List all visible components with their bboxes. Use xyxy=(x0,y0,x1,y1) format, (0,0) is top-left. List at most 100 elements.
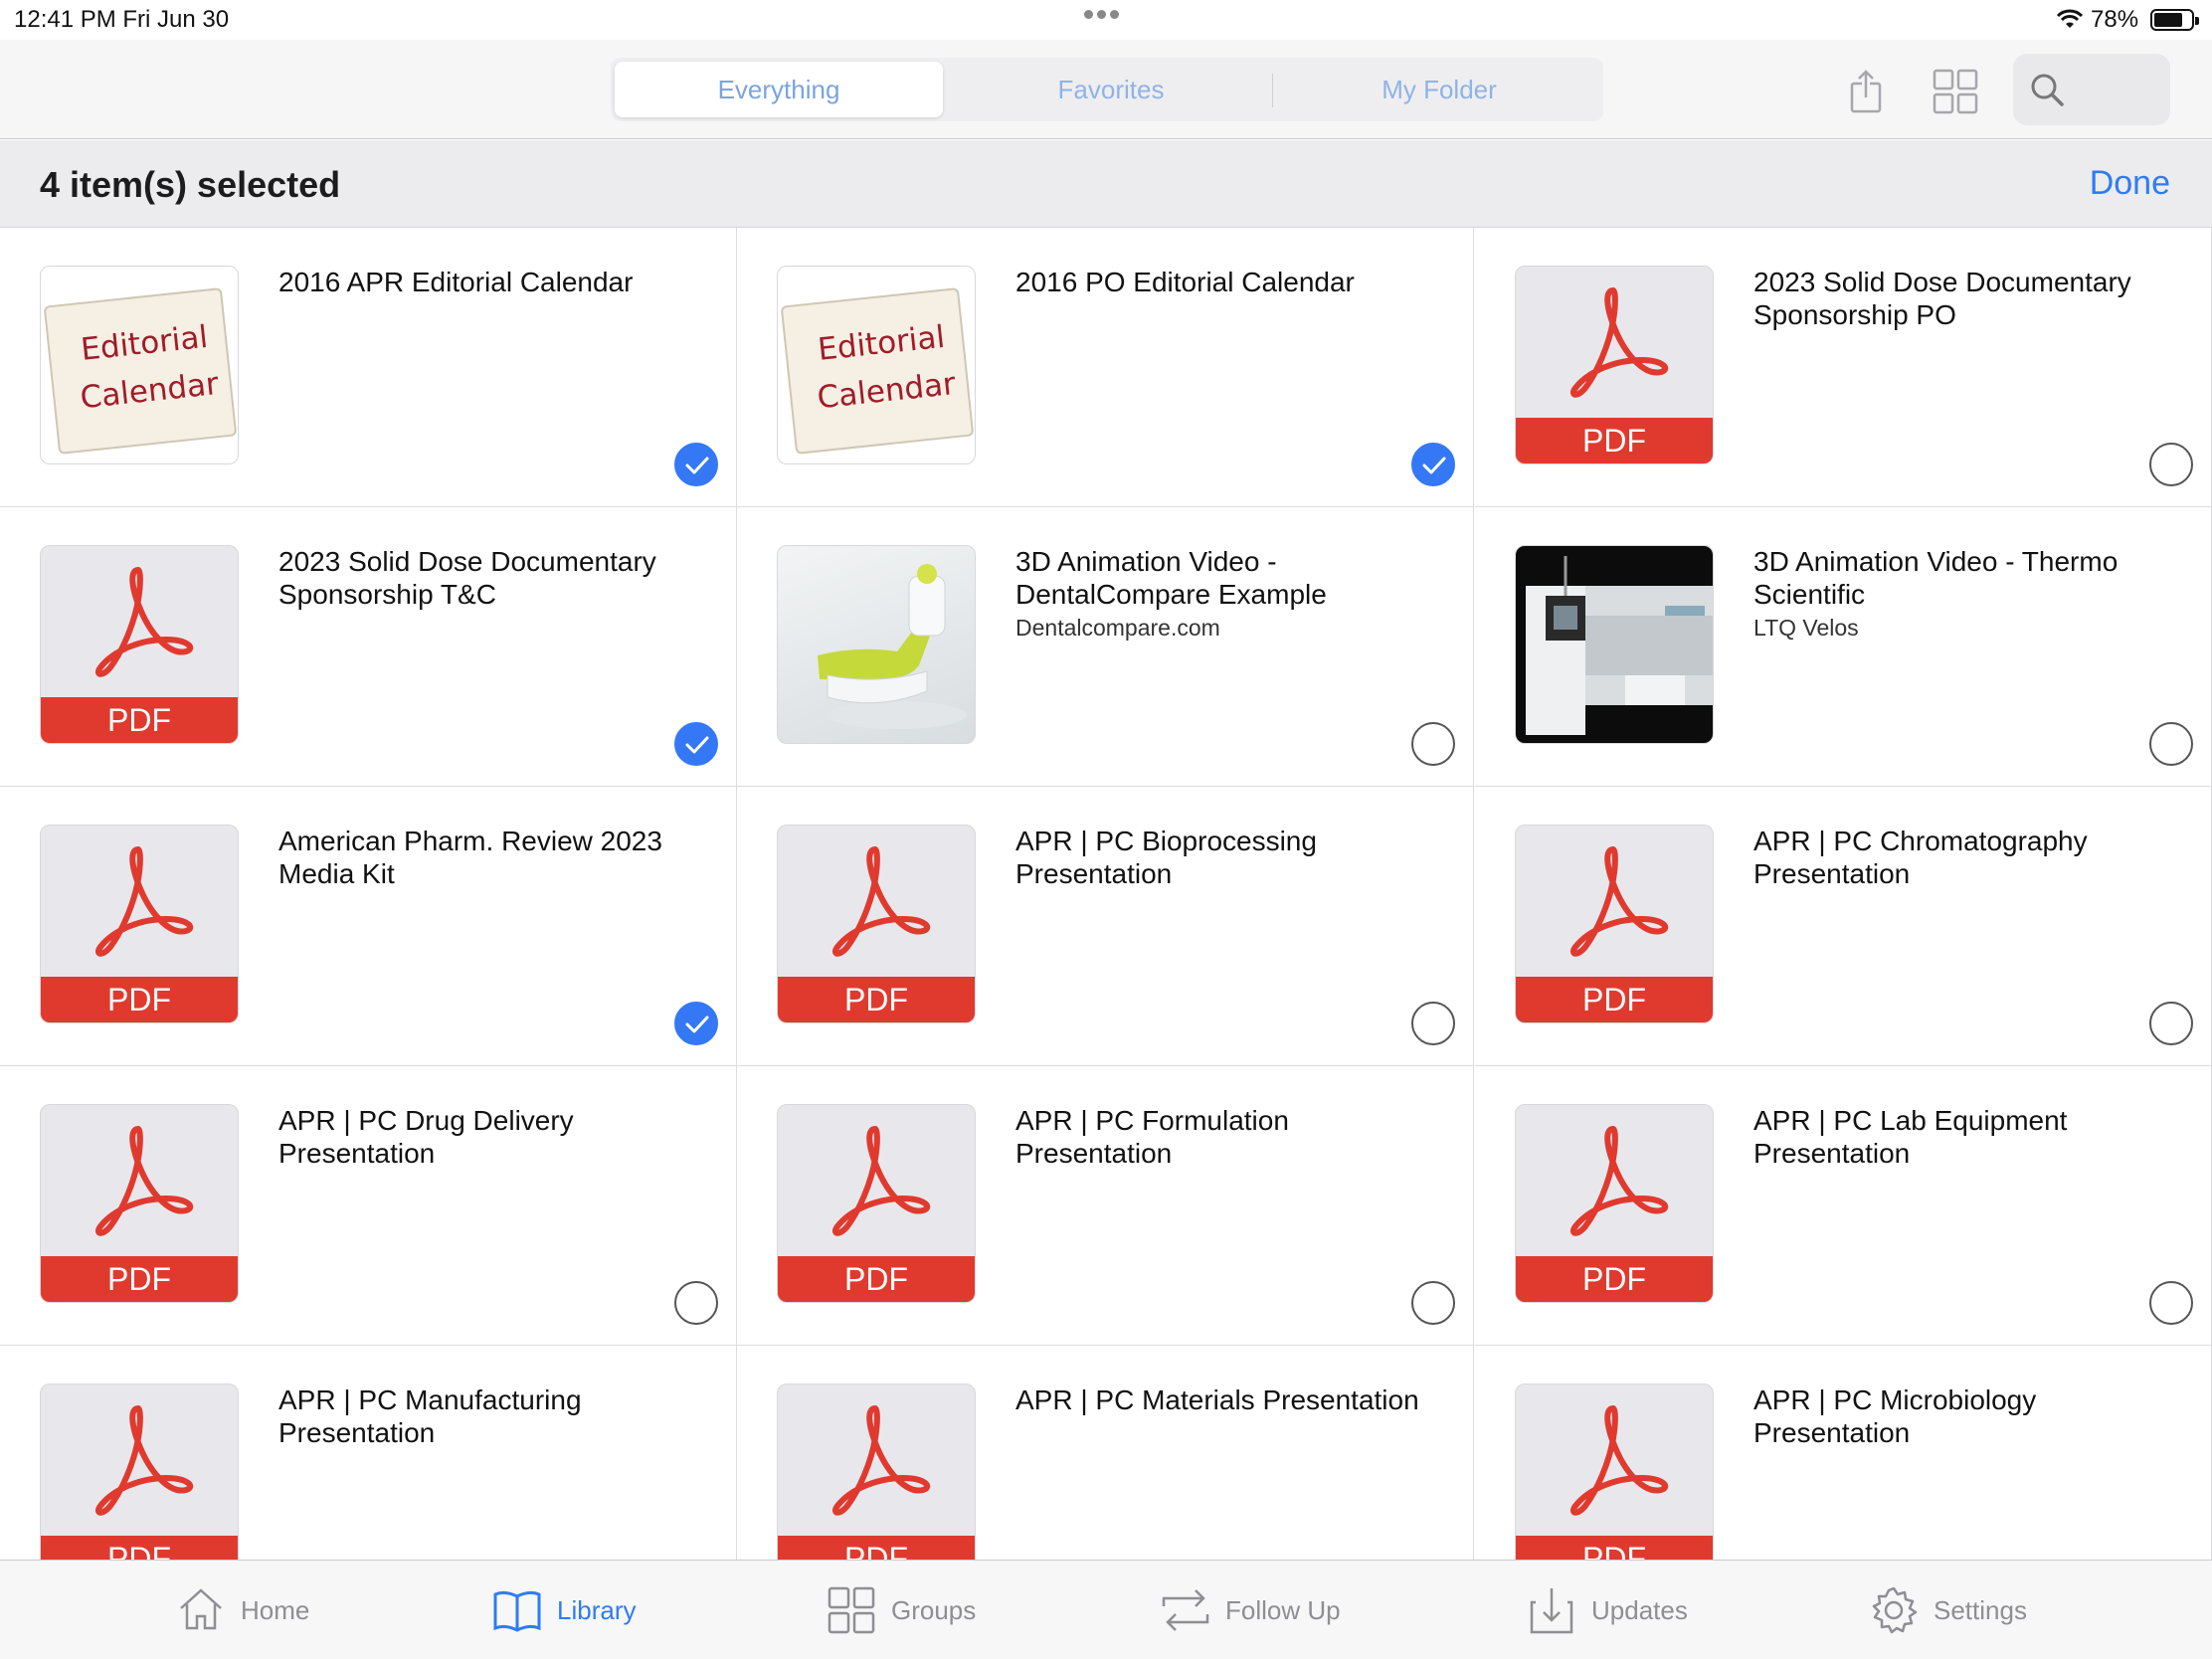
library-item[interactable]: PDF APR | PC Manufacturing Presentation xyxy=(0,1346,737,1561)
pdf-label: PDF xyxy=(1516,1536,1713,1561)
tab-home[interactable]: Home xyxy=(175,1582,309,1638)
library-item[interactable]: Editorial Calendar 2016 PO Editorial Calen… xyxy=(737,228,1474,507)
pdf-label: PDF xyxy=(778,1256,975,1302)
library-item[interactable]: 3D Animation Video - DentalCompare Examp… xyxy=(737,507,1474,787)
tab-library[interactable]: Library xyxy=(491,1582,636,1638)
selection-checkbox[interactable] xyxy=(674,1002,718,1045)
checkmark-icon xyxy=(685,736,709,754)
pdf-label: PDF xyxy=(1516,1256,1713,1302)
book-icon xyxy=(493,1590,541,1632)
share-icon[interactable] xyxy=(1842,68,1890,115)
item-title: 2016 APR Editorial Calendar xyxy=(278,267,634,297)
selection-checkbox[interactable] xyxy=(1411,722,1455,766)
pdf-thumbnail: PDF xyxy=(1515,1383,1714,1561)
acrobat-logo-icon xyxy=(1569,1126,1669,1236)
checkmark-icon xyxy=(685,457,709,474)
selection-checkbox[interactable] xyxy=(2149,722,2193,766)
tab-label: Follow Up xyxy=(1225,1594,1341,1625)
item-title: 3D Animation Video - Thermo Scientific xyxy=(1753,546,2119,610)
selection-checkbox[interactable] xyxy=(674,1281,718,1325)
segment-everything[interactable]: Everything xyxy=(615,62,943,117)
tab-label: Updates xyxy=(1591,1594,1688,1625)
search-field[interactable] xyxy=(2013,54,2170,125)
library-item[interactable]: 3D Animation Video - Thermo Scientific LT… xyxy=(1475,507,2212,787)
segmented-control: Everything Favorites My Folder xyxy=(611,58,1603,121)
item-title: APR | PC Microbiology Presentation xyxy=(1753,1384,2037,1448)
tab-updates[interactable]: Updates xyxy=(1526,1582,1688,1638)
library-item[interactable]: PDF American Pharm. Review 2023 Media Kit xyxy=(0,787,737,1066)
selection-checkbox[interactable] xyxy=(2149,1281,2193,1325)
pdf-thumbnail: PDF xyxy=(40,545,239,744)
acrobat-logo-icon xyxy=(1569,287,1669,398)
item-title: 2016 PO Editorial Calendar xyxy=(1015,267,1355,297)
library-item[interactable]: PDF APR | PC Materials Presentation xyxy=(737,1346,1474,1561)
segment-my-folder[interactable]: My Folder xyxy=(1275,58,1603,121)
checkmark-icon xyxy=(1422,457,1446,474)
item-title: 2023 Solid Dose Documentary Sponsorship … xyxy=(1753,267,2131,330)
segment-divider xyxy=(1272,74,1273,107)
tab-label: Home xyxy=(241,1594,310,1625)
grid-view-icon[interactable] xyxy=(1932,68,1979,115)
library-item[interactable]: PDF APR | PC Formulation Presentation xyxy=(737,1066,1474,1346)
selection-checkbox[interactable] xyxy=(1411,1281,1455,1325)
pdf-thumbnail: PDF xyxy=(1515,266,1714,464)
calendar-text: Editorial xyxy=(816,318,947,369)
pdf-label: PDF xyxy=(41,1256,238,1302)
library-item[interactable]: Editorial Calendar 2016 APR Editorial Cale… xyxy=(0,228,737,507)
selection-checkbox[interactable] xyxy=(674,443,718,486)
selection-checkbox[interactable] xyxy=(1411,1002,1455,1045)
instrument-thumbnail xyxy=(1515,545,1714,744)
item-title: 2023 Solid Dose Documentary Sponsorship … xyxy=(278,546,656,610)
item-title: 3D Animation Video - DentalCompare Examp… xyxy=(1015,546,1327,610)
segment-favorites[interactable]: Favorites xyxy=(947,58,1275,121)
library-item[interactable]: PDF APR | PC Drug Delivery Presentation xyxy=(0,1066,737,1346)
selection-count: 4 item(s) selected xyxy=(40,164,341,205)
library-item[interactable]: PDF 2023 Solid Dose Documentary Sponsorsh… xyxy=(0,507,737,787)
library-item[interactable]: PDF APR | PC Bioprocessing Presentation xyxy=(737,787,1474,1066)
tab-label: Settings xyxy=(1934,1594,2027,1625)
gear-icon xyxy=(1872,1586,1918,1634)
selection-checkbox[interactable] xyxy=(1411,443,1455,486)
home-icon xyxy=(180,1588,222,1630)
pdf-thumbnail: PDF xyxy=(40,1104,239,1303)
item-title: APR | PC Chromatography Presentation xyxy=(1753,826,2088,889)
mass-spectrometer-icon xyxy=(1526,556,1713,735)
download-icon xyxy=(1530,1588,1573,1634)
library-item[interactable]: PDF APR | PC Chromatography Presentation xyxy=(1475,787,2212,1066)
pdf-label: PDF xyxy=(41,697,238,743)
selection-checkbox[interactable] xyxy=(2149,443,2193,486)
item-title: APR | PC Lab Equipment Presentation xyxy=(1753,1105,2068,1169)
item-subtitle: Dentalcompare.com xyxy=(1015,615,1220,641)
tab-settings[interactable]: Settings xyxy=(1868,1582,2027,1638)
library-grid: Editorial Calendar 2016 APR Editorial Cale… xyxy=(0,228,2212,1561)
top-navigation: Everything Favorites My Folder xyxy=(0,40,2212,139)
calendar-text: Calendar xyxy=(78,365,221,417)
done-button[interactable]: Done xyxy=(2090,164,2170,203)
acrobat-logo-icon xyxy=(94,1405,194,1516)
calendar-icon: Editorial Calendar xyxy=(780,287,975,455)
item-title: APR | PC Manufacturing Presentation xyxy=(278,1384,582,1448)
checkmark-icon xyxy=(685,1015,709,1033)
wifi-icon xyxy=(2056,9,2084,28)
acrobat-logo-icon xyxy=(94,846,194,957)
library-item[interactable]: PDF APR | PC Microbiology Presentation xyxy=(1475,1346,2212,1561)
tab-follow-up[interactable]: Follow Up xyxy=(1160,1582,1341,1638)
pdf-label: PDF xyxy=(41,977,238,1022)
selection-checkbox[interactable] xyxy=(2149,1002,2193,1045)
acrobat-logo-icon xyxy=(1569,846,1669,957)
tab-groups[interactable]: Groups xyxy=(826,1582,976,1638)
multitasking-dots-icon[interactable] xyxy=(1084,6,1128,30)
calendar-text: Editorial xyxy=(79,318,210,369)
selection-bar: 4 item(s) selected Done xyxy=(0,140,2212,228)
acrobat-logo-icon xyxy=(831,1126,931,1236)
tab-label: Library xyxy=(557,1594,637,1625)
selection-checkbox[interactable] xyxy=(674,722,718,766)
item-title: APR | PC Drug Delivery Presentation xyxy=(278,1105,574,1169)
item-subtitle: LTQ Velos xyxy=(1753,615,1859,641)
library-item[interactable]: PDF APR | PC Lab Equipment Presentation xyxy=(1475,1066,2212,1346)
tab-bar: Home Library Groups Follow Up Updates Setting… xyxy=(0,1560,2212,1659)
calendar-thumbnail: Editorial Calendar xyxy=(777,266,976,464)
pdf-thumbnail: PDF xyxy=(777,1383,976,1561)
library-item[interactable]: PDF 2023 Solid Dose Documentary Sponsorsh… xyxy=(1475,228,2212,507)
item-title: American Pharm. Review 2023 Media Kit xyxy=(278,826,662,889)
